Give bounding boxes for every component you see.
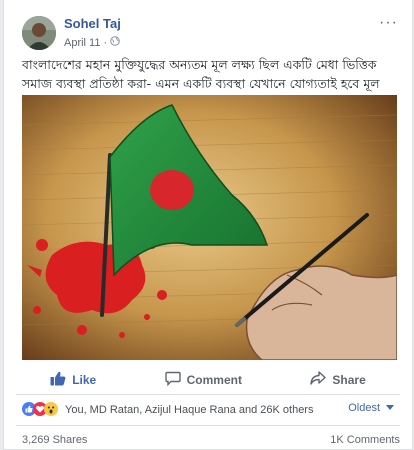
shares-count[interactable]: 3,269 Shares [22,434,87,446]
reactions-row[interactable]: You, MD Ratan, Azijul Haque Rana and 26K… [22,400,400,420]
comment-sort-dropdown[interactable]: Oldest [348,402,394,414]
share-icon [310,371,327,388]
post-footer: 3,269 Shares 1K Comments [16,425,400,449]
reaction-icons [22,401,58,419]
like-button[interactable]: Like [50,371,96,389]
globe-icon [110,36,120,49]
comment-button[interactable]: Comment [164,371,242,389]
comment-icon [164,371,181,389]
chevron-down-icon [386,402,394,414]
share-button[interactable]: Share [310,371,366,388]
post-meta: April 11 · [64,36,120,49]
comment-label: Comment [186,372,242,387]
action-bar: Like Comment Share [16,365,400,395]
author-name[interactable]: Sohel Taj [64,16,121,31]
post-image[interactable] [22,95,397,360]
flag-illustration [22,95,397,360]
reactions-summary[interactable]: You, MD Ratan, Azijul Haque Rana and 26K… [65,404,313,416]
author-avatar[interactable] [22,16,56,50]
thumbs-up-icon [50,371,66,389]
post-card: Sohel Taj April 11 · ··· বাংলাদেশের মহান… [3,0,413,450]
wow-reaction-icon [44,401,58,419]
meta-separator: · [103,36,108,49]
like-label: Like [72,372,97,387]
comment-sort-label: Oldest [348,402,380,414]
post-date[interactable]: April 11 [64,37,100,49]
post-header: Sohel Taj April 11 · ··· [16,15,400,52]
comments-count[interactable]: 1K Comments [330,434,400,446]
more-options-icon[interactable]: ··· [379,15,398,31]
share-label: Share [332,372,366,387]
